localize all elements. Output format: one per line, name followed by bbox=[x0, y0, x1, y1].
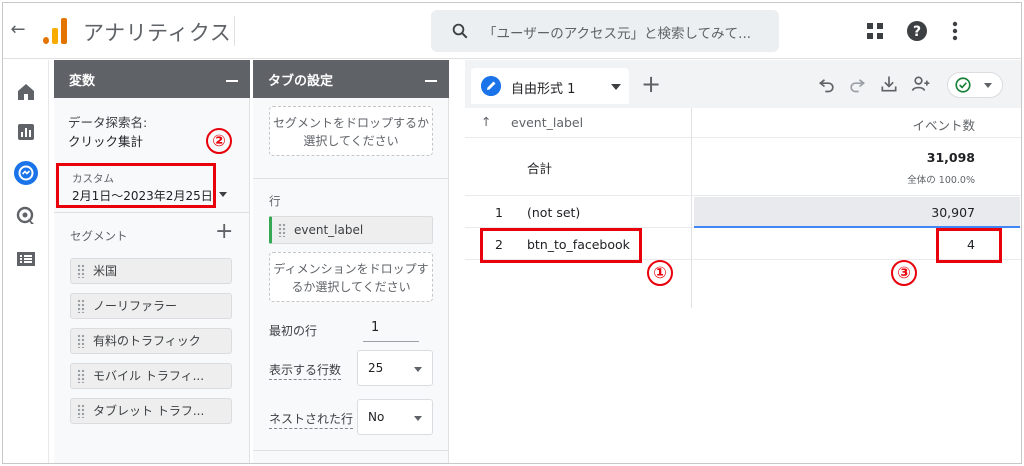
segment-chip-label: ノーリファラー bbox=[93, 299, 178, 313]
segment-chip-label: 有料のトラフィック bbox=[93, 334, 201, 348]
tab-settings-panel: タブの設定 セグメントをドロップするか選択してください 行 event_labe… bbox=[253, 60, 449, 463]
rows-shown-label: 表示する行数 bbox=[269, 361, 342, 380]
status-dropdown[interactable] bbox=[947, 72, 1003, 98]
nested-rows-value: No bbox=[368, 410, 385, 424]
collapse-panel-icon[interactable] bbox=[425, 80, 437, 82]
table-row[interactable]: 1 (not set) 30,907 bbox=[465, 196, 1021, 228]
configure-list-icon[interactable] bbox=[14, 247, 38, 271]
segment-chip-label: タブレット トラフ... bbox=[93, 404, 205, 418]
app-window: ← アナリティクス 「ユーザーのアクセス元」と検索してみて... ? 変数 デー… bbox=[2, 2, 1022, 464]
tab-freeform-1[interactable]: 自由形式 1 bbox=[471, 68, 629, 104]
first-row-input[interactable]: 1 bbox=[363, 316, 419, 342]
svg-text:?: ? bbox=[913, 24, 921, 40]
segments-label: セグメント bbox=[70, 229, 128, 243]
search-placeholder: 「ユーザーのアクセス元」と検索してみて... bbox=[483, 26, 752, 42]
edit-pencil-icon bbox=[481, 76, 501, 96]
segment-chip-label: 米国 bbox=[93, 264, 118, 278]
nested-rows-label: ネストされた行 bbox=[269, 410, 354, 429]
collapse-panel-icon[interactable] bbox=[226, 80, 238, 82]
segment-drop-zone[interactable]: セグメントをドロップするか選択してください bbox=[269, 106, 433, 156]
variables-panel-header: 変数 bbox=[54, 60, 250, 98]
annotation-number-2: ② bbox=[206, 128, 232, 154]
drag-handle-icon bbox=[77, 264, 85, 278]
analytics-logo-icon bbox=[43, 18, 67, 44]
sort-arrow-icon[interactable]: ↑ bbox=[481, 114, 491, 129]
check-circle-icon bbox=[955, 77, 971, 93]
home-icon[interactable] bbox=[14, 80, 38, 104]
tab-settings-title: タブの設定 bbox=[268, 74, 334, 89]
table-header-row: ↑ event_label イベント数 bbox=[465, 108, 1021, 138]
tab-menu-caret-icon[interactable] bbox=[611, 84, 621, 90]
tab-bar: 自由形式 1 + bbox=[465, 60, 1021, 108]
row-index: 1 bbox=[495, 205, 503, 220]
metric-header[interactable]: イベント数 bbox=[912, 115, 975, 134]
app-title: アナリティクス bbox=[83, 21, 232, 45]
search-icon bbox=[452, 23, 468, 39]
segment-chip[interactable]: タブレット トラフ... bbox=[70, 398, 232, 424]
exploration-name[interactable]: クリック集計 bbox=[68, 131, 143, 150]
segment-chip[interactable]: モバイル トラフィ... bbox=[70, 363, 232, 389]
title-divider bbox=[234, 16, 235, 46]
top-app-bar: ← アナリティクス 「ユーザーのアクセス元」と検索してみて... ? bbox=[3, 3, 1021, 59]
date-dropdown-caret-icon[interactable] bbox=[219, 192, 227, 197]
search-bar[interactable]: 「ユーザーのアクセス元」と検索してみて... bbox=[431, 10, 779, 52]
nested-rows-select[interactable]: No bbox=[357, 399, 433, 435]
segment-chip-label: モバイル トラフィ... bbox=[93, 369, 205, 383]
rows-label: 行 bbox=[269, 194, 281, 208]
add-tab-button[interactable]: + bbox=[641, 72, 661, 96]
variables-panel-title: 変数 bbox=[69, 74, 96, 89]
redo-icon[interactable] bbox=[847, 74, 867, 94]
more-vert-icon[interactable] bbox=[943, 19, 967, 43]
table-total-row: 合計 31,098 全体の 100.0% bbox=[465, 138, 1021, 196]
total-percentage: 全体の 100.0% bbox=[907, 175, 975, 186]
row-label: (not set) bbox=[527, 205, 581, 220]
drag-handle-icon bbox=[278, 223, 286, 237]
annotation-box-date bbox=[56, 163, 216, 208]
drag-handle-icon bbox=[77, 334, 85, 348]
annotation-box-value bbox=[936, 228, 1002, 263]
add-segment-icon[interactable]: + bbox=[215, 220, 233, 244]
explore-icon[interactable] bbox=[14, 161, 38, 185]
rows-shown-value: 25 bbox=[368, 361, 384, 375]
share-icon[interactable] bbox=[911, 74, 931, 94]
reports-icon[interactable] bbox=[14, 120, 38, 144]
panel-divider bbox=[54, 212, 250, 213]
total-value: 31,098 bbox=[926, 150, 975, 165]
total-label: 合計 bbox=[527, 161, 553, 176]
help-icon[interactable]: ? bbox=[905, 19, 929, 43]
dimension-drop-zone[interactable]: ディメンションをドロップするか選択してください bbox=[269, 252, 433, 302]
segment-chip[interactable]: ノーリファラー bbox=[70, 293, 232, 319]
annotation-number-1: ① bbox=[647, 260, 673, 286]
undo-icon[interactable] bbox=[817, 74, 837, 94]
row-value: 30,907 bbox=[931, 205, 975, 220]
apps-grid-icon[interactable] bbox=[863, 19, 887, 43]
segment-chip[interactable]: 有料のトラフィック bbox=[70, 328, 232, 354]
exploration-name-label: データ探索名: bbox=[68, 115, 148, 130]
first-row-label: 最初の行 bbox=[269, 324, 318, 338]
panel-divider bbox=[253, 178, 449, 179]
annotation-box-label bbox=[480, 228, 642, 263]
advertising-icon[interactable] bbox=[14, 204, 38, 228]
panel-divider bbox=[253, 450, 449, 451]
row-dimension-label: event_label bbox=[294, 223, 364, 237]
variables-panel: 変数 データ探索名: クリック集計 カスタム 2月1日〜2023年2月25日 セ… bbox=[54, 60, 250, 463]
drag-handle-icon bbox=[77, 404, 85, 418]
row-dimension-chip[interactable]: event_label bbox=[269, 216, 433, 244]
dimension-header[interactable]: event_label bbox=[511, 115, 583, 130]
tab-name: 自由形式 1 bbox=[511, 82, 576, 97]
tab-settings-header: タブの設定 bbox=[253, 60, 449, 98]
download-icon[interactable] bbox=[879, 74, 899, 94]
drag-handle-icon bbox=[77, 299, 85, 313]
segment-chip[interactable]: 米国 bbox=[70, 258, 232, 284]
chevron-down-icon bbox=[414, 416, 422, 421]
rows-shown-select[interactable]: 25 bbox=[357, 350, 433, 386]
left-nav-rail bbox=[3, 60, 49, 463]
drag-handle-icon bbox=[77, 369, 85, 383]
chevron-down-icon bbox=[414, 367, 422, 372]
chevron-down-icon bbox=[984, 83, 992, 88]
back-arrow-icon[interactable]: ← bbox=[7, 17, 29, 43]
annotation-number-3: ③ bbox=[891, 260, 917, 286]
